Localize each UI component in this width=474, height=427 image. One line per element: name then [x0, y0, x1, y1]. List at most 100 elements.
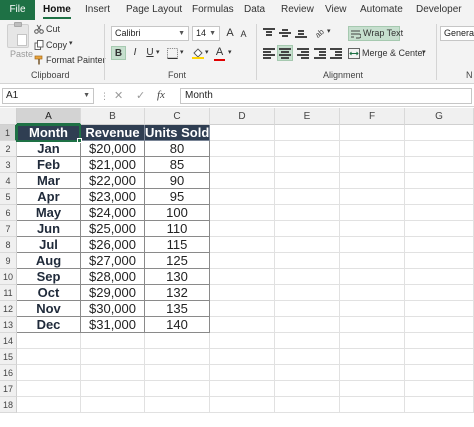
orientation-icon[interactable]: ab: [313, 26, 325, 38]
tab-automate[interactable]: Automate: [360, 0, 403, 20]
empty-cell[interactable]: [405, 237, 474, 253]
empty-cell[interactable]: [210, 237, 275, 253]
font-color-button[interactable]: A: [214, 45, 225, 59]
empty-cell[interactable]: [210, 141, 275, 157]
empty-cell[interactable]: [145, 349, 210, 365]
table-header-cell[interactable]: Month: [17, 125, 81, 141]
table-cell[interactable]: 135: [145, 301, 210, 317]
row-header-1[interactable]: 1: [0, 125, 17, 141]
empty-cell[interactable]: [81, 365, 145, 381]
row-header-5[interactable]: 5: [0, 189, 17, 205]
empty-cell[interactable]: [405, 205, 474, 221]
empty-cell[interactable]: [275, 125, 340, 141]
underline-button[interactable]: U: [144, 46, 156, 60]
empty-cell[interactable]: [405, 221, 474, 237]
row-header-18[interactable]: 18: [0, 397, 17, 413]
empty-cell[interactable]: [275, 397, 340, 413]
table-cell[interactable]: 100: [145, 205, 210, 221]
row-header-2[interactable]: 2: [0, 141, 17, 157]
empty-cell[interactable]: [275, 381, 340, 397]
wrap-text-button[interactable]: Wrap Text: [348, 26, 403, 41]
row-header-17[interactable]: 17: [0, 381, 17, 397]
cancel-icon[interactable]: ✕: [114, 89, 123, 102]
table-cell[interactable]: $27,000: [81, 253, 145, 269]
empty-cell[interactable]: [405, 125, 474, 141]
decrease-indent-icon[interactable]: [314, 48, 326, 59]
table-cell[interactable]: 110: [145, 221, 210, 237]
empty-cell[interactable]: [81, 397, 145, 413]
table-cell[interactable]: Dec: [17, 317, 81, 333]
empty-cell[interactable]: [340, 333, 405, 349]
empty-cell[interactable]: [340, 221, 405, 237]
empty-cell[interactable]: [405, 397, 474, 413]
empty-cell[interactable]: [340, 205, 405, 221]
table-cell[interactable]: $24,000: [81, 205, 145, 221]
empty-cell[interactable]: [340, 349, 405, 365]
table-cell[interactable]: 130: [145, 269, 210, 285]
column-header-e[interactable]: E: [275, 108, 340, 125]
empty-cell[interactable]: [340, 157, 405, 173]
table-cell[interactable]: 95: [145, 189, 210, 205]
empty-cell[interactable]: [210, 221, 275, 237]
table-cell[interactable]: $20,000: [81, 141, 145, 157]
empty-cell[interactable]: [275, 141, 340, 157]
empty-cell[interactable]: [210, 365, 275, 381]
fill-color-icon[interactable]: [192, 47, 204, 59]
bold-button[interactable]: B: [111, 46, 126, 60]
row-header-12[interactable]: 12: [0, 301, 17, 317]
empty-cell[interactable]: [275, 173, 340, 189]
select-all-button[interactable]: [0, 108, 17, 125]
align-right-icon[interactable]: [297, 48, 309, 59]
shrink-font-button[interactable]: A: [239, 27, 248, 41]
tab-view[interactable]: View: [325, 0, 347, 20]
empty-cell[interactable]: [17, 381, 81, 397]
empty-cell[interactable]: [405, 141, 474, 157]
worksheet-grid[interactable]: A B C D E F G 1 Month Revenue Units Sold 2 Jan $20,00…: [0, 108, 474, 427]
table-cell[interactable]: $23,000: [81, 189, 145, 205]
empty-cell[interactable]: [405, 253, 474, 269]
empty-cell[interactable]: [17, 333, 81, 349]
insert-function-icon[interactable]: fx: [157, 89, 165, 101]
tab-developer[interactable]: Developer: [416, 0, 462, 20]
table-cell[interactable]: 115: [145, 237, 210, 253]
tab-review[interactable]: Review: [281, 0, 314, 20]
empty-cell[interactable]: [340, 189, 405, 205]
underline-chevron-down-icon[interactable]: ▾: [156, 48, 160, 56]
number-format-select[interactable]: General: [440, 26, 474, 41]
tab-insert[interactable]: Insert: [85, 0, 110, 20]
empty-cell[interactable]: [275, 189, 340, 205]
empty-cell[interactable]: [340, 301, 405, 317]
row-header-9[interactable]: 9: [0, 253, 17, 269]
font-size-select[interactable]: 14 ▼: [192, 26, 220, 41]
table-cell[interactable]: Apr: [17, 189, 81, 205]
row-header-4[interactable]: 4: [0, 173, 17, 189]
fill-handle[interactable]: [77, 138, 82, 143]
row-header-16[interactable]: 16: [0, 365, 17, 381]
fill-color-chevron-down-icon[interactable]: ▾: [205, 48, 209, 56]
empty-cell[interactable]: [340, 365, 405, 381]
grow-font-button[interactable]: A: [225, 26, 235, 40]
table-cell[interactable]: Aug: [17, 253, 81, 269]
name-box[interactable]: A1 ▼: [2, 88, 94, 104]
table-cell[interactable]: $29,000: [81, 285, 145, 301]
empty-cell[interactable]: [17, 397, 81, 413]
table-cell[interactable]: $28,000: [81, 269, 145, 285]
column-header-a[interactable]: A: [17, 108, 81, 125]
table-cell[interactable]: 80: [145, 141, 210, 157]
empty-cell[interactable]: [340, 317, 405, 333]
empty-cell[interactable]: [145, 397, 210, 413]
tab-page-layout[interactable]: Page Layout: [126, 0, 182, 20]
empty-cell[interactable]: [145, 333, 210, 349]
empty-cell[interactable]: [17, 349, 81, 365]
empty-cell[interactable]: [81, 349, 145, 365]
empty-cell[interactable]: [275, 317, 340, 333]
empty-cell[interactable]: [210, 157, 275, 173]
copy-chevron-down-icon[interactable]: ▾: [69, 39, 73, 47]
table-cell[interactable]: Jun: [17, 221, 81, 237]
merge-center-chevron-down-icon[interactable]: ▾: [422, 48, 426, 56]
column-header-b[interactable]: B: [81, 108, 145, 125]
empty-cell[interactable]: [275, 253, 340, 269]
empty-cell[interactable]: [275, 301, 340, 317]
empty-cell[interactable]: [340, 237, 405, 253]
tab-file[interactable]: File: [0, 0, 35, 20]
